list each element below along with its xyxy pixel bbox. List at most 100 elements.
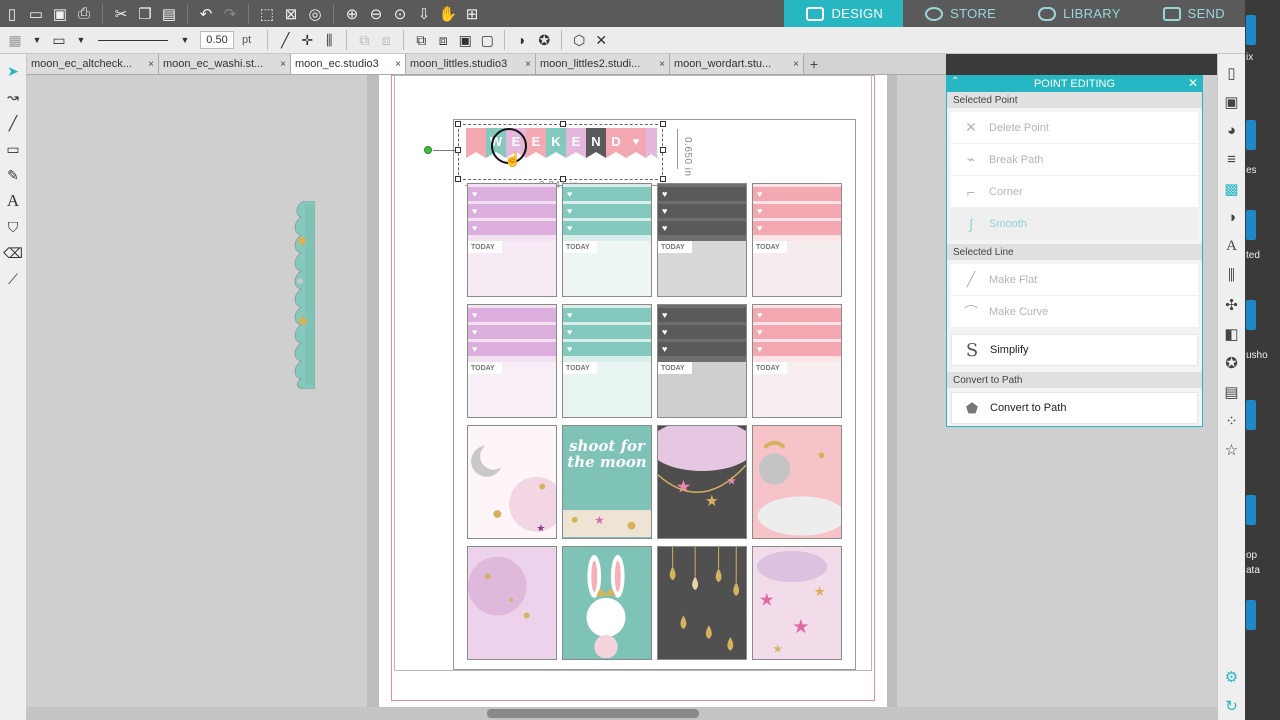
trace-icon[interactable]: ▤ <box>1220 377 1244 406</box>
chevron-down-icon[interactable]: ▼ <box>26 29 48 51</box>
collapse-caret-icon[interactable]: ⌃ <box>951 76 959 87</box>
rhinestone-icon[interactable]: ⁘ <box>1220 406 1244 435</box>
image-icon[interactable]: ▣ <box>1220 87 1244 116</box>
tab-moon-ec-altcheck[interactable]: moon_ec_altcheck... × <box>27 54 159 74</box>
close-icon[interactable]: ✕ <box>1188 76 1198 90</box>
replicate-icon[interactable]: ✣ <box>1220 290 1244 319</box>
rotation-handle[interactable] <box>424 146 432 154</box>
line-style-icon[interactable]: ≡ <box>1220 145 1244 174</box>
make-curve-button[interactable]: ⌒ Make Curve <box>951 296 1198 328</box>
sticker-checklist-gray[interactable]: ♥ ♥ ♥ TODAY <box>657 304 747 418</box>
sticker-checklist-mint[interactable]: ♥ ♥ ♥ TODAY <box>562 304 652 418</box>
close-icon[interactable]: × <box>395 59 401 70</box>
tab-moon-ec-washi[interactable]: moon_ec_washi.st... × <box>159 54 291 74</box>
resize-handle[interactable] <box>560 121 566 127</box>
settings-gear-icon[interactable]: ⚙ <box>1220 662 1244 691</box>
offset-icon[interactable]: ✪ <box>1220 348 1244 377</box>
draw-line-icon[interactable]: ╱ <box>274 29 296 51</box>
fill-pattern-icon[interactable]: ▩ <box>1220 174 1244 203</box>
simplify-button[interactable]: S Simplify <box>951 334 1198 366</box>
save-icon[interactable]: ▣ <box>48 3 72 25</box>
eraser-icon[interactable]: ⌫ <box>2 240 24 266</box>
3d-box-icon[interactable]: ⬡ <box>568 29 590 51</box>
close-x-icon[interactable]: ✕ <box>590 29 612 51</box>
refresh-icon[interactable]: ↻ <box>1220 691 1244 720</box>
star-shape-icon[interactable]: ✪ <box>533 29 555 51</box>
print-icon[interactable]: ⎙ <box>72 3 96 25</box>
make-flat-button[interactable]: ╱ Make Flat <box>951 264 1198 296</box>
resize-handle[interactable] <box>660 176 666 182</box>
nav-send[interactable]: SEND <box>1141 0 1245 27</box>
break-path-button[interactable]: ⌁ Break Path <box>951 144 1198 176</box>
select-all-icon[interactable]: ⬚ <box>255 3 279 25</box>
knife-tool-icon[interactable]: ⟋ <box>2 266 24 292</box>
select-by-color-icon[interactable]: ◎ <box>303 3 327 25</box>
nav-store[interactable]: STORE <box>903 0 1016 27</box>
delete-point-button[interactable]: ✕ Delete Point <box>951 112 1198 144</box>
desktop-folder-icon[interactable] <box>1246 210 1256 240</box>
new-tab-button[interactable]: + <box>804 54 824 74</box>
move-down-icon[interactable]: ⇩ <box>412 3 436 25</box>
tab-moon-ec[interactable]: moon_ec.studio3 × <box>291 54 406 74</box>
undo-icon[interactable]: ↶ <box>194 3 218 25</box>
corner-button[interactable]: ⌐ Corner <box>951 176 1198 208</box>
sticker-moon-clouds[interactable] <box>752 425 842 539</box>
selection-bounding-box[interactable] <box>458 124 663 180</box>
pan-hand-icon[interactable]: ✋ <box>436 3 460 25</box>
chevron-down-icon[interactable]: ▼ <box>70 29 92 51</box>
tab-moon-wordart[interactable]: moon_wordart.stu... × <box>670 54 804 74</box>
close-icon[interactable]: × <box>659 59 665 70</box>
zoom-selection-icon[interactable]: ⊙ <box>388 3 412 25</box>
resize-handle[interactable] <box>455 121 461 127</box>
sticker-checklist-lilac[interactable]: ♥ ♥ ♥ TODAY <box>467 183 557 297</box>
send-to-back-icon[interactable]: ▢ <box>476 29 498 51</box>
sticker-pink-stars[interactable]: ★ ★ ★ ★ <box>752 546 842 660</box>
resize-handle[interactable] <box>455 176 461 182</box>
scrollbar-thumb[interactable] <box>487 709 699 718</box>
text-tool-icon[interactable]: A <box>2 188 24 214</box>
sticker-checklist-pink[interactable]: ♥ ♥ ♥ TODAY <box>752 304 842 418</box>
nav-library[interactable]: LIBRARY <box>1016 0 1141 27</box>
close-icon[interactable]: × <box>148 59 154 70</box>
line-style-preview[interactable] <box>98 39 168 41</box>
sticker-checklist-gray[interactable]: ♥ ♥ ♥ TODAY <box>657 183 747 297</box>
redo-icon[interactable]: ↷ <box>218 3 242 25</box>
transparency-icon[interactable]: ◑ <box>1220 203 1244 232</box>
send-backward-icon[interactable]: ⧈ <box>432 29 454 51</box>
sticker-stars-night[interactable]: ★ ★ ★ <box>657 425 747 539</box>
align-icon[interactable]: ⫼ <box>318 29 340 51</box>
close-icon[interactable]: × <box>525 59 531 70</box>
sticker-quote[interactable]: shoot for the moon ★ <box>562 425 652 539</box>
desktop-folder-icon[interactable] <box>1246 600 1256 630</box>
close-icon[interactable]: × <box>793 59 799 70</box>
rectangle-tool-icon[interactable]: ▭ <box>2 136 24 162</box>
chevron-down-icon[interactable]: ▼ <box>174 29 196 51</box>
fill-pattern-icon[interactable]: ▦ <box>4 29 26 51</box>
sticker-bunny[interactable] <box>562 546 652 660</box>
sticker-checklist-lilac[interactable]: ♥ ♥ ♥ TODAY <box>467 304 557 418</box>
cut-icon[interactable]: ✂ <box>109 3 133 25</box>
deselect-icon[interactable]: ⊠ <box>279 3 303 25</box>
close-icon[interactable]: × <box>280 59 286 70</box>
resize-handle[interactable] <box>660 147 666 153</box>
select-arrow-icon[interactable]: ➤ <box>2 58 24 84</box>
bring-forward-icon[interactable]: ⧉ <box>410 29 432 51</box>
desktop-folder-icon[interactable] <box>1246 15 1256 45</box>
edit-points-icon[interactable]: ↝ <box>2 84 24 110</box>
bring-to-front-icon[interactable]: ▣ <box>454 29 476 51</box>
resize-handle[interactable] <box>660 121 666 127</box>
open-folder-icon[interactable]: ▭ <box>24 3 48 25</box>
new-file-icon[interactable]: ▯ <box>0 3 24 25</box>
desktop-folder-icon[interactable] <box>1246 120 1256 150</box>
tab-moon-littles[interactable]: moon_littles.studio3 × <box>406 54 536 74</box>
palette-icon[interactable]: ◕ <box>1220 116 1244 145</box>
nav-design[interactable]: DESIGN <box>784 0 904 27</box>
favorites-star-icon[interactable]: ☆ <box>1220 435 1244 464</box>
modify-icon[interactable]: ◧ <box>1220 319 1244 348</box>
zoom-out-icon[interactable]: ⊖ <box>364 3 388 25</box>
page-setup-icon[interactable]: ▯ <box>1220 58 1244 87</box>
weld-icon[interactable]: ◗ <box>511 29 533 51</box>
zoom-in-icon[interactable]: ⊕ <box>340 3 364 25</box>
desktop-folder-icon[interactable] <box>1246 400 1256 430</box>
desktop-folder-icon[interactable] <box>1246 495 1256 525</box>
